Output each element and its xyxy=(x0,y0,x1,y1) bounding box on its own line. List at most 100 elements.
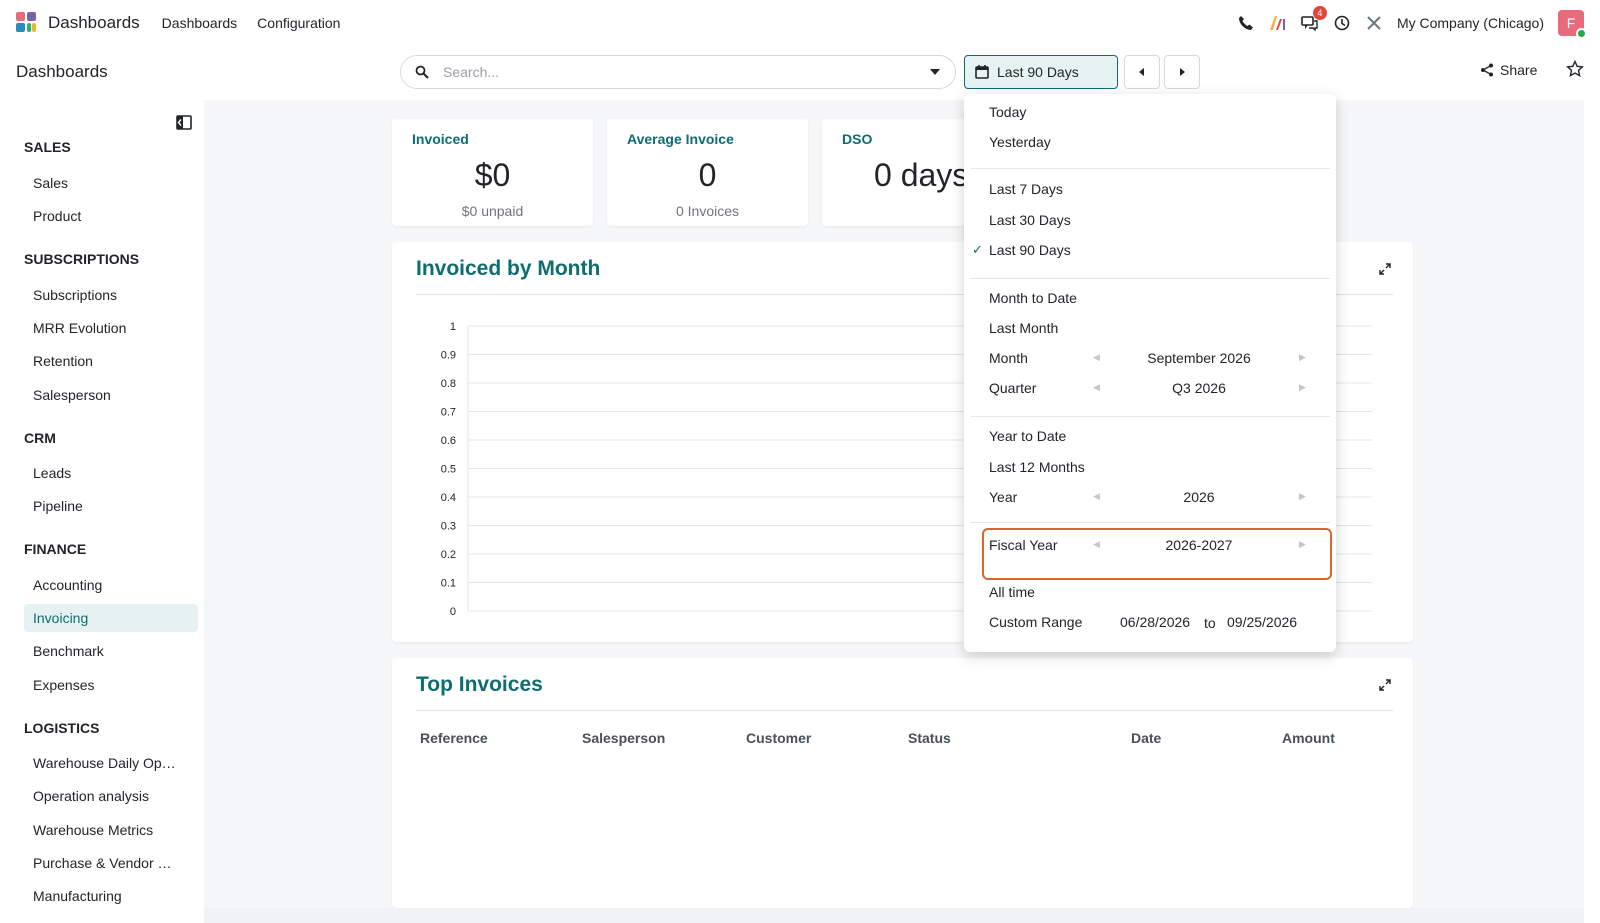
y-tick-label: 0.3 xyxy=(441,521,456,533)
fiscal-year-value: 2026-2027 xyxy=(1165,537,1233,553)
sidebar-item-benchmark[interactable]: Benchmark xyxy=(24,637,198,665)
menu-dashboards[interactable]: Dashboards xyxy=(162,15,238,31)
date-filter-button[interactable]: Last 90 Days xyxy=(964,55,1118,89)
sidebar-item-warehouse-metrics[interactable]: Warehouse Metrics xyxy=(24,816,198,844)
sidebar-item-operation-analysis[interactable]: Operation analysis xyxy=(24,782,198,810)
quarter-label: Quarter xyxy=(989,380,1037,396)
y-tick-label: 0.9 xyxy=(441,350,456,362)
phone-icon[interactable] xyxy=(1237,14,1255,32)
option-fiscal-year[interactable]: Fiscal Year ◀ 2026-2027 ▶ xyxy=(989,537,1307,557)
tools-icon[interactable] xyxy=(1365,14,1383,32)
sidebar-item-subscriptions[interactable]: Subscriptions xyxy=(24,281,198,309)
fiscal-year-label: Fiscal Year xyxy=(989,537,1058,553)
sidebar-item-pipeline[interactable]: Pipeline xyxy=(24,492,198,520)
app-title[interactable]: Dashboards xyxy=(48,13,140,33)
option-last-7-days[interactable]: Last 7 Days xyxy=(989,181,1063,197)
year-next-icon[interactable]: ▶ xyxy=(1299,491,1306,502)
y-tick-label: 1 xyxy=(450,321,456,333)
option-month-to-date[interactable]: Month to Date xyxy=(989,290,1077,306)
month-next-icon[interactable]: ▶ xyxy=(1299,352,1306,363)
kpi-title: Invoiced xyxy=(412,131,469,147)
calendar-icon xyxy=(975,65,989,79)
column-reference[interactable]: Reference xyxy=(420,730,488,746)
top-invoices-title: Top Invoices xyxy=(416,673,543,696)
option-all-time[interactable]: All time xyxy=(989,584,1035,600)
year-value: 2026 xyxy=(1183,489,1215,505)
y-tick-label: 0.6 xyxy=(441,435,456,447)
expand-icon[interactable] xyxy=(1379,678,1391,694)
custom-range-end-input[interactable]: 09/25/2026 xyxy=(1227,614,1297,630)
kpi-subtitle: 0 Invoices xyxy=(675,203,740,219)
sidebar-item-salesperson[interactable]: Salesperson xyxy=(24,381,198,409)
search-bar[interactable]: Search... xyxy=(400,55,956,89)
messages-icon[interactable]: 4 xyxy=(1301,6,1327,32)
date-filter-label: Last 90 Days xyxy=(997,64,1079,80)
clock-icon[interactable] xyxy=(1333,14,1351,32)
section-sales: SALES xyxy=(24,139,71,155)
option-last-30-days[interactable]: Last 30 Days xyxy=(989,212,1071,228)
table-divider xyxy=(416,710,1393,711)
kpi-card-invoiced[interactable]: Invoiced $0 $0 unpaid xyxy=(392,119,593,226)
y-tick-label: 0.7 xyxy=(441,407,456,419)
sidebar-item-leads[interactable]: Leads xyxy=(24,459,198,487)
option-custom-range[interactable]: Custom Range 06/28/2026 to 09/25/2026 xyxy=(989,614,1319,634)
kpi-subtitle: $0 unpaid xyxy=(461,203,524,219)
ai-icon[interactable] xyxy=(1269,14,1287,32)
option-year-to-date[interactable]: Year to Date xyxy=(989,428,1066,444)
sidebar-item-retention[interactable]: Retention xyxy=(24,347,198,375)
dropdown-divider xyxy=(970,278,1330,279)
sidebar-item-purchase-vendor[interactable]: Purchase & Vendor … xyxy=(24,849,198,877)
option-year[interactable]: Year ◀ 2026 ▶ xyxy=(989,489,1307,509)
apps-menu-icon[interactable] xyxy=(16,12,38,34)
kpi-title: Average Invoice xyxy=(627,131,734,147)
kpi-card-average-invoice[interactable]: Average Invoice 0 0 Invoices xyxy=(607,119,808,226)
user-avatar[interactable]: F xyxy=(1558,10,1587,39)
sidebar-item-mrr-evolution[interactable]: MRR Evolution xyxy=(24,314,198,342)
option-yesterday[interactable]: Yesterday xyxy=(989,134,1051,150)
option-month[interactable]: Month ◀ September 2026 ▶ xyxy=(989,350,1307,370)
column-customer[interactable]: Customer xyxy=(746,730,811,746)
kpi-value: $0 xyxy=(474,157,511,193)
sidebar-item-accounting[interactable]: Accounting xyxy=(24,571,198,599)
column-date[interactable]: Date xyxy=(1131,730,1161,746)
share-label: Share xyxy=(1500,62,1538,78)
favorite-star-icon[interactable] xyxy=(1565,59,1585,81)
fiscal-year-next-icon[interactable]: ▶ xyxy=(1299,539,1306,550)
horizontal-scrollbar[interactable] xyxy=(204,908,1584,923)
option-today[interactable]: Today xyxy=(989,104,1026,120)
sidebar-item-product[interactable]: Product xyxy=(24,202,198,230)
column-salesperson[interactable]: Salesperson xyxy=(582,730,665,746)
sidebar-item-expenses[interactable]: Expenses xyxy=(24,671,198,699)
previous-period-button[interactable] xyxy=(1124,55,1160,89)
search-dropdown-toggle-icon[interactable] xyxy=(929,68,941,76)
date-filter-dropdown: Today Yesterday Last 7 Days Last 30 Days… xyxy=(964,94,1336,652)
month-value: September 2026 xyxy=(1147,350,1251,366)
option-last-12-months[interactable]: Last 12 Months xyxy=(989,459,1085,475)
sidebar-collapse-icon[interactable] xyxy=(176,115,192,133)
section-logistics: LOGISTICS xyxy=(24,720,100,736)
kpi-value: 0 xyxy=(698,157,717,193)
share-button[interactable]: Share xyxy=(1480,62,1537,78)
sidebar-item-invoicing[interactable]: Invoicing xyxy=(24,604,198,632)
top-navbar: Dashboards Dashboards Configuration 4 My… xyxy=(0,0,1600,46)
y-tick-label: 0.1 xyxy=(441,578,456,590)
column-amount[interactable]: Amount xyxy=(1282,730,1335,746)
y-tick-label: 0.5 xyxy=(441,464,456,476)
company-switcher[interactable]: My Company (Chicago) xyxy=(1397,15,1544,31)
sidebar-item-sales[interactable]: Sales xyxy=(24,169,198,197)
sidebar-item-manufacturing[interactable]: Manufacturing xyxy=(24,882,198,910)
option-last-month[interactable]: Last Month xyxy=(989,320,1058,336)
dropdown-divider xyxy=(970,522,1330,523)
next-period-button[interactable] xyxy=(1164,55,1200,89)
quarter-next-icon[interactable]: ▶ xyxy=(1299,382,1306,393)
messages-badge: 4 xyxy=(1312,6,1327,20)
y-tick-label: 0.4 xyxy=(441,492,456,504)
custom-range-start-input[interactable]: 06/28/2026 xyxy=(1120,614,1190,630)
sidebar-item-warehouse-daily-ops[interactable]: Warehouse Daily Op… xyxy=(24,749,198,777)
option-quarter[interactable]: Quarter ◀ Q3 2026 ▶ xyxy=(989,380,1307,400)
option-last-90-days[interactable]: Last 90 Days xyxy=(989,242,1071,258)
menu-configuration[interactable]: Configuration xyxy=(257,15,340,31)
search-input[interactable]: Search... xyxy=(443,64,929,80)
column-status[interactable]: Status xyxy=(908,730,951,746)
year-label: Year xyxy=(989,489,1018,505)
